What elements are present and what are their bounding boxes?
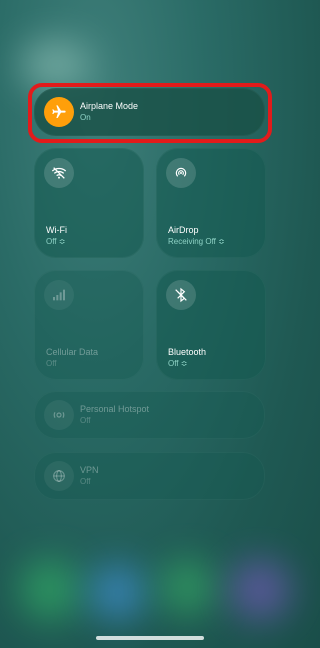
airdrop-tile[interactable]: AirDrop Receiving Off ≎ bbox=[156, 148, 266, 258]
personal-hotspot-tile[interactable]: Personal Hotspot Off bbox=[34, 391, 265, 439]
bluetooth-label: Bluetooth bbox=[168, 347, 207, 357]
background-glow-bottom-green2 bbox=[160, 560, 215, 615]
personal-hotspot-label: Personal Hotspot bbox=[80, 404, 150, 414]
hotspot-icon bbox=[44, 400, 74, 430]
vpn-label: VPN bbox=[80, 465, 99, 475]
airdrop-icon bbox=[166, 158, 196, 188]
cellular-signal-icon bbox=[44, 280, 74, 310]
cellular-data-status: Off bbox=[46, 359, 57, 368]
wifi-off-icon bbox=[44, 158, 74, 188]
vpn-status: Off bbox=[80, 477, 91, 486]
home-indicator[interactable] bbox=[96, 636, 204, 640]
vpn-tile[interactable]: VPN Off bbox=[34, 452, 265, 500]
airdrop-label: AirDrop bbox=[168, 225, 199, 235]
airdrop-status: Receiving Off ≎ bbox=[168, 237, 225, 246]
background-glow-bottom-blue bbox=[90, 565, 145, 620]
background-glow-bottom-purple bbox=[230, 560, 290, 620]
highlight-box bbox=[28, 83, 272, 143]
bluetooth-status: Off ≎ bbox=[168, 359, 188, 368]
wifi-label: Wi-Fi bbox=[46, 225, 67, 235]
cellular-data-label: Cellular Data bbox=[46, 347, 99, 357]
wifi-tile[interactable]: Wi-Fi Off ≎ bbox=[34, 148, 144, 258]
cellular-data-tile[interactable]: Cellular Data Off bbox=[34, 270, 144, 380]
background-glow-bottom-green bbox=[20, 560, 80, 620]
bluetooth-off-icon bbox=[166, 280, 196, 310]
personal-hotspot-status: Off bbox=[80, 416, 91, 425]
bluetooth-tile[interactable]: Bluetooth Off ≎ bbox=[156, 270, 266, 380]
wifi-status: Off ≎ bbox=[46, 237, 66, 246]
vpn-globe-icon bbox=[44, 461, 74, 491]
